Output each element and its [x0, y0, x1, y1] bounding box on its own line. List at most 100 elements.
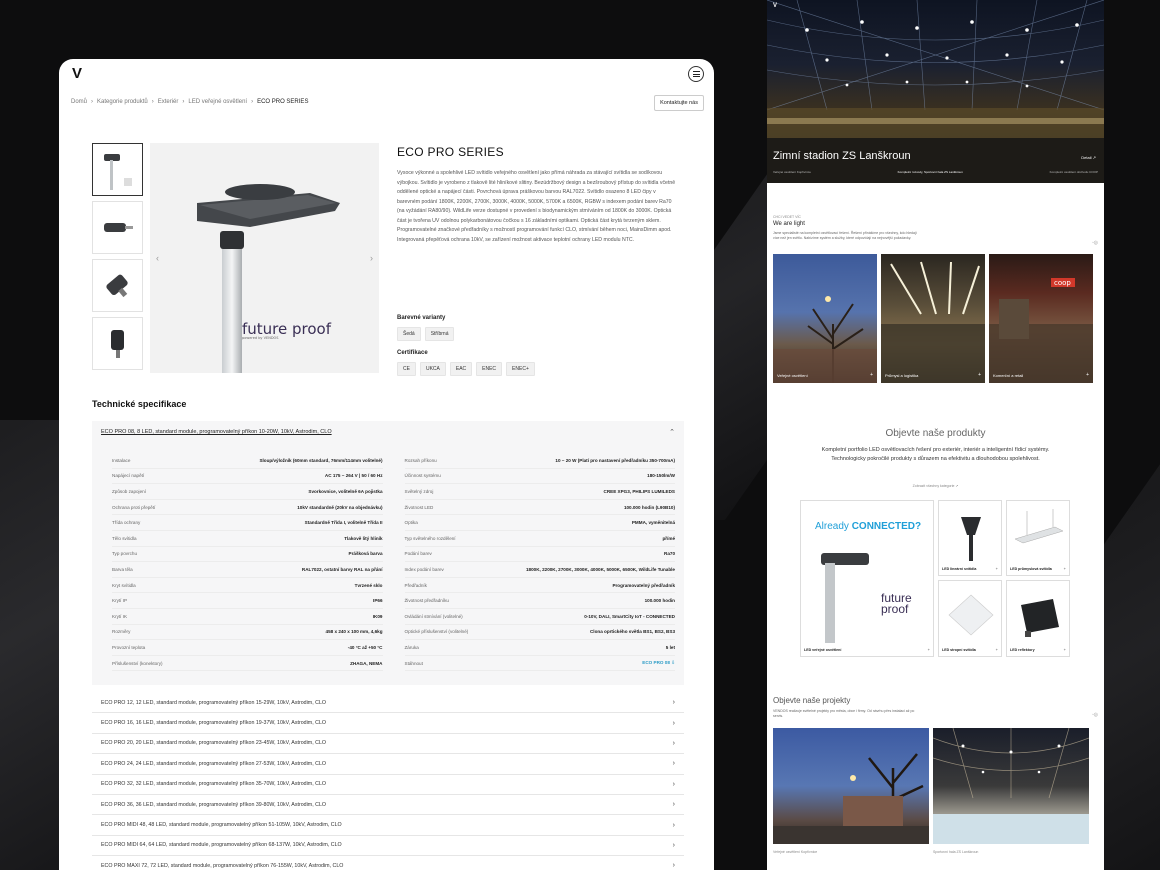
spec-key: Světelný zdroj: [404, 488, 434, 494]
spec-value: RAL7022, ostatní barvy RAL na přání: [301, 566, 383, 572]
spec-value: IP66: [373, 598, 383, 604]
carousel-nav-icon[interactable]: ◦◎: [1092, 712, 1098, 718]
product-card[interactable]: LED průmyslová svítidla +: [1006, 500, 1070, 576]
spec-row: Krytí IP IP66: [112, 593, 383, 609]
module-row[interactable]: ECO PRO 12, 12 LED, standard module, pro…: [92, 693, 684, 714]
module-row[interactable]: ECO PRO 32, 32 LED, standard module, pro…: [92, 775, 684, 795]
future-proof-logo: future proof: [881, 591, 912, 616]
plus-icon: +: [978, 372, 981, 378]
next-image-arrow[interactable]: ›: [370, 253, 373, 263]
hero-tab-active[interactable]: Kompletní rozvody, Sportovní hala ZS Lan…: [898, 170, 963, 174]
spec-row: Optika PMMA, vyměnitelná: [404, 515, 675, 531]
spec-key: Rozměry: [112, 629, 131, 635]
spec-key: Kryt svítidla: [112, 582, 136, 588]
floodlight-image: [1021, 599, 1059, 637]
chevron-right-icon: ›: [672, 760, 675, 768]
cert-chip: UKCA: [419, 362, 446, 376]
spec-row: Stáhnout ECO PRO 08 ⇩: [404, 656, 675, 672]
spec-row: Rozsah příkonu 10 ~ 20 W (Platí pro nasta…: [404, 453, 675, 469]
hero-tab[interactable]: Kompletní osvětlení obchodu COOP: [1050, 170, 1098, 174]
product-card[interactable]: LED reflektory +: [1006, 580, 1070, 657]
spec-key: Podání barev: [404, 551, 432, 557]
products-link[interactable]: Zobrazit všechny kategorie ↗: [767, 484, 1104, 488]
spec-key: Typ povrchu: [112, 551, 138, 557]
category-card[interactable]: Průmysl a logistika +: [881, 254, 985, 383]
download-link[interactable]: ECO PRO 08 ⇩: [642, 660, 675, 666]
spec-value: 5 let: [665, 644, 675, 650]
spec-key: Způsob zapojení: [112, 488, 146, 494]
project-card[interactable]: [773, 728, 929, 844]
spec-row: Typ světelného rozdělení přímé: [404, 531, 675, 547]
spec-row: Instalace Sloup/výložník (60mm standard, …: [112, 453, 383, 469]
product-card-label: LED reflektory: [1010, 648, 1035, 652]
product-card[interactable]: LED lineární svítidla +: [938, 500, 1002, 576]
spec-key: Krytí IP: [112, 598, 128, 604]
category-card[interactable]: coop Komerční a retail +: [989, 254, 1093, 383]
hero-detail-link[interactable]: Detail ↗: [1081, 155, 1096, 160]
breadcrumb: Domů › Kategorie produktů › Exteriér › LED …: [71, 99, 309, 105]
ceiling-lamp-image: [948, 594, 994, 636]
spec-key: Stáhnout: [404, 660, 423, 666]
module-row[interactable]: ECO PRO 16, 16 LED, standard module, pro…: [92, 713, 684, 734]
product-card-label: LED stropní svítidla: [942, 648, 976, 652]
thumbnail-1[interactable]: [92, 143, 143, 196]
spec-column-right: Rozsah příkonu 10 ~ 20 W (Platí pro nasta…: [404, 453, 675, 672]
menu-button[interactable]: [688, 66, 704, 82]
spec-key: Tělo svítidla: [112, 535, 137, 541]
project-card[interactable]: [933, 728, 1089, 844]
product-card-label: LED lineární svítidla: [942, 567, 977, 571]
thumbnail-3[interactable]: [92, 259, 143, 312]
spec-row: Ochrana proti přepětí 10kV standardně (20…: [112, 500, 383, 516]
spec-value: Svorkovnice, volitelně 6A pojistka: [308, 488, 383, 494]
spec-value: 10 ~ 20 W (Platí pro nastavení předřadní…: [555, 457, 675, 463]
street-photo: [773, 753, 929, 844]
spec-row: Předřadník Programovatelný předřadník: [404, 578, 675, 594]
carousel-nav-icon[interactable]: ◦◎: [1092, 240, 1098, 246]
product-description: Vysoce výkonné a spolehlivé LED svítidlo…: [397, 170, 676, 243]
prev-image-arrow[interactable]: ‹: [156, 253, 159, 263]
spec-row: Podání barev Ra70: [404, 547, 675, 563]
module-row[interactable]: ECO PRO MAXI 72, 72 LED, standard module…: [92, 856, 684, 870]
contact-button[interactable]: Kontaktujte nás: [654, 95, 704, 111]
product-card[interactable]: LED stropní svítidla +: [938, 580, 1002, 657]
spec-row: Ovládání stmívání (volitelné) 0-10V, DALI…: [404, 609, 675, 625]
spec-value: Standardně Třída I, volitelně Třída II: [304, 520, 383, 526]
logo[interactable]: V: [773, 3, 777, 9]
thumbnail-2[interactable]: [92, 201, 143, 254]
breadcrumb-categories[interactable]: Kategorie produktů: [97, 99, 148, 105]
module-title: ECO PRO MIDI 48, 48 LED, standard module…: [101, 822, 342, 829]
breadcrumb-public-lighting[interactable]: LED veřejné osvětlení: [188, 99, 247, 105]
hero-tab[interactable]: Veřejné osvětlení Kopřivnice: [773, 170, 811, 174]
spec-row: Index podání barev 1800K, 2200K, 2700K, 3…: [404, 562, 675, 578]
product-page: V Domů › Kategorie produktů › Exteriér › LE…: [59, 59, 714, 870]
plus-icon: +: [1063, 647, 1066, 652]
module-title: ECO PRO 16, 16 LED, standard module, pro…: [101, 720, 327, 727]
svg-text:coop: coop: [1054, 279, 1071, 287]
module-row[interactable]: ECO PRO MIDI 64, 64 LED, standard module…: [92, 836, 684, 857]
color-chip[interactable]: Stříbrná: [424, 327, 455, 341]
spec-key: Index podání barev: [404, 566, 444, 572]
spec-row: Příslušenství (konektory) ZHAGA, NEMA: [112, 656, 383, 672]
cert-chip: EAC: [449, 362, 473, 376]
module-row[interactable]: ECO PRO MIDI 48, 48 LED, standard module…: [92, 815, 684, 836]
thumbnail-4[interactable]: [92, 317, 143, 370]
product-title: ECO PRO SERIES: [397, 145, 504, 159]
module-row[interactable]: ECO PRO 24, 24 LED, standard module, pro…: [92, 754, 684, 775]
product-card-large[interactable]: Already CONNECTED? future proof LED veře…: [800, 500, 934, 657]
breadcrumb-exterior[interactable]: Exteriér: [158, 99, 179, 105]
breadcrumb-home[interactable]: Domů: [71, 99, 87, 105]
module-row[interactable]: ECO PRO 20, 20 LED, standard module, pro…: [92, 734, 684, 755]
spec-value: přímé: [662, 535, 675, 541]
plus-icon: +: [1086, 372, 1089, 378]
module-row[interactable]: ECO PRO 36, 36 LED, standard module, pro…: [92, 795, 684, 816]
category-card[interactable]: Veřejné osvětlení +: [773, 254, 877, 383]
spec-row: Záruka 5 let: [404, 640, 675, 656]
spec-value: AC 175 ~ 264 V | 50 / 60 Hz: [324, 473, 383, 479]
color-chip[interactable]: Šedá: [397, 327, 421, 341]
logo[interactable]: V: [72, 65, 82, 82]
spec-key: Instalace: [112, 457, 131, 463]
accordion-header[interactable]: ECO PRO 08, 8 LED, standard module, prog…: [92, 421, 684, 443]
spec-key: Napájecí napětí: [112, 473, 145, 479]
spec-row: Světelný zdroj CREE XPG3, PHILIPS LUMILED…: [404, 484, 675, 500]
projects-text: VENDOS realizuje světelné projekty pro m…: [773, 709, 915, 718]
